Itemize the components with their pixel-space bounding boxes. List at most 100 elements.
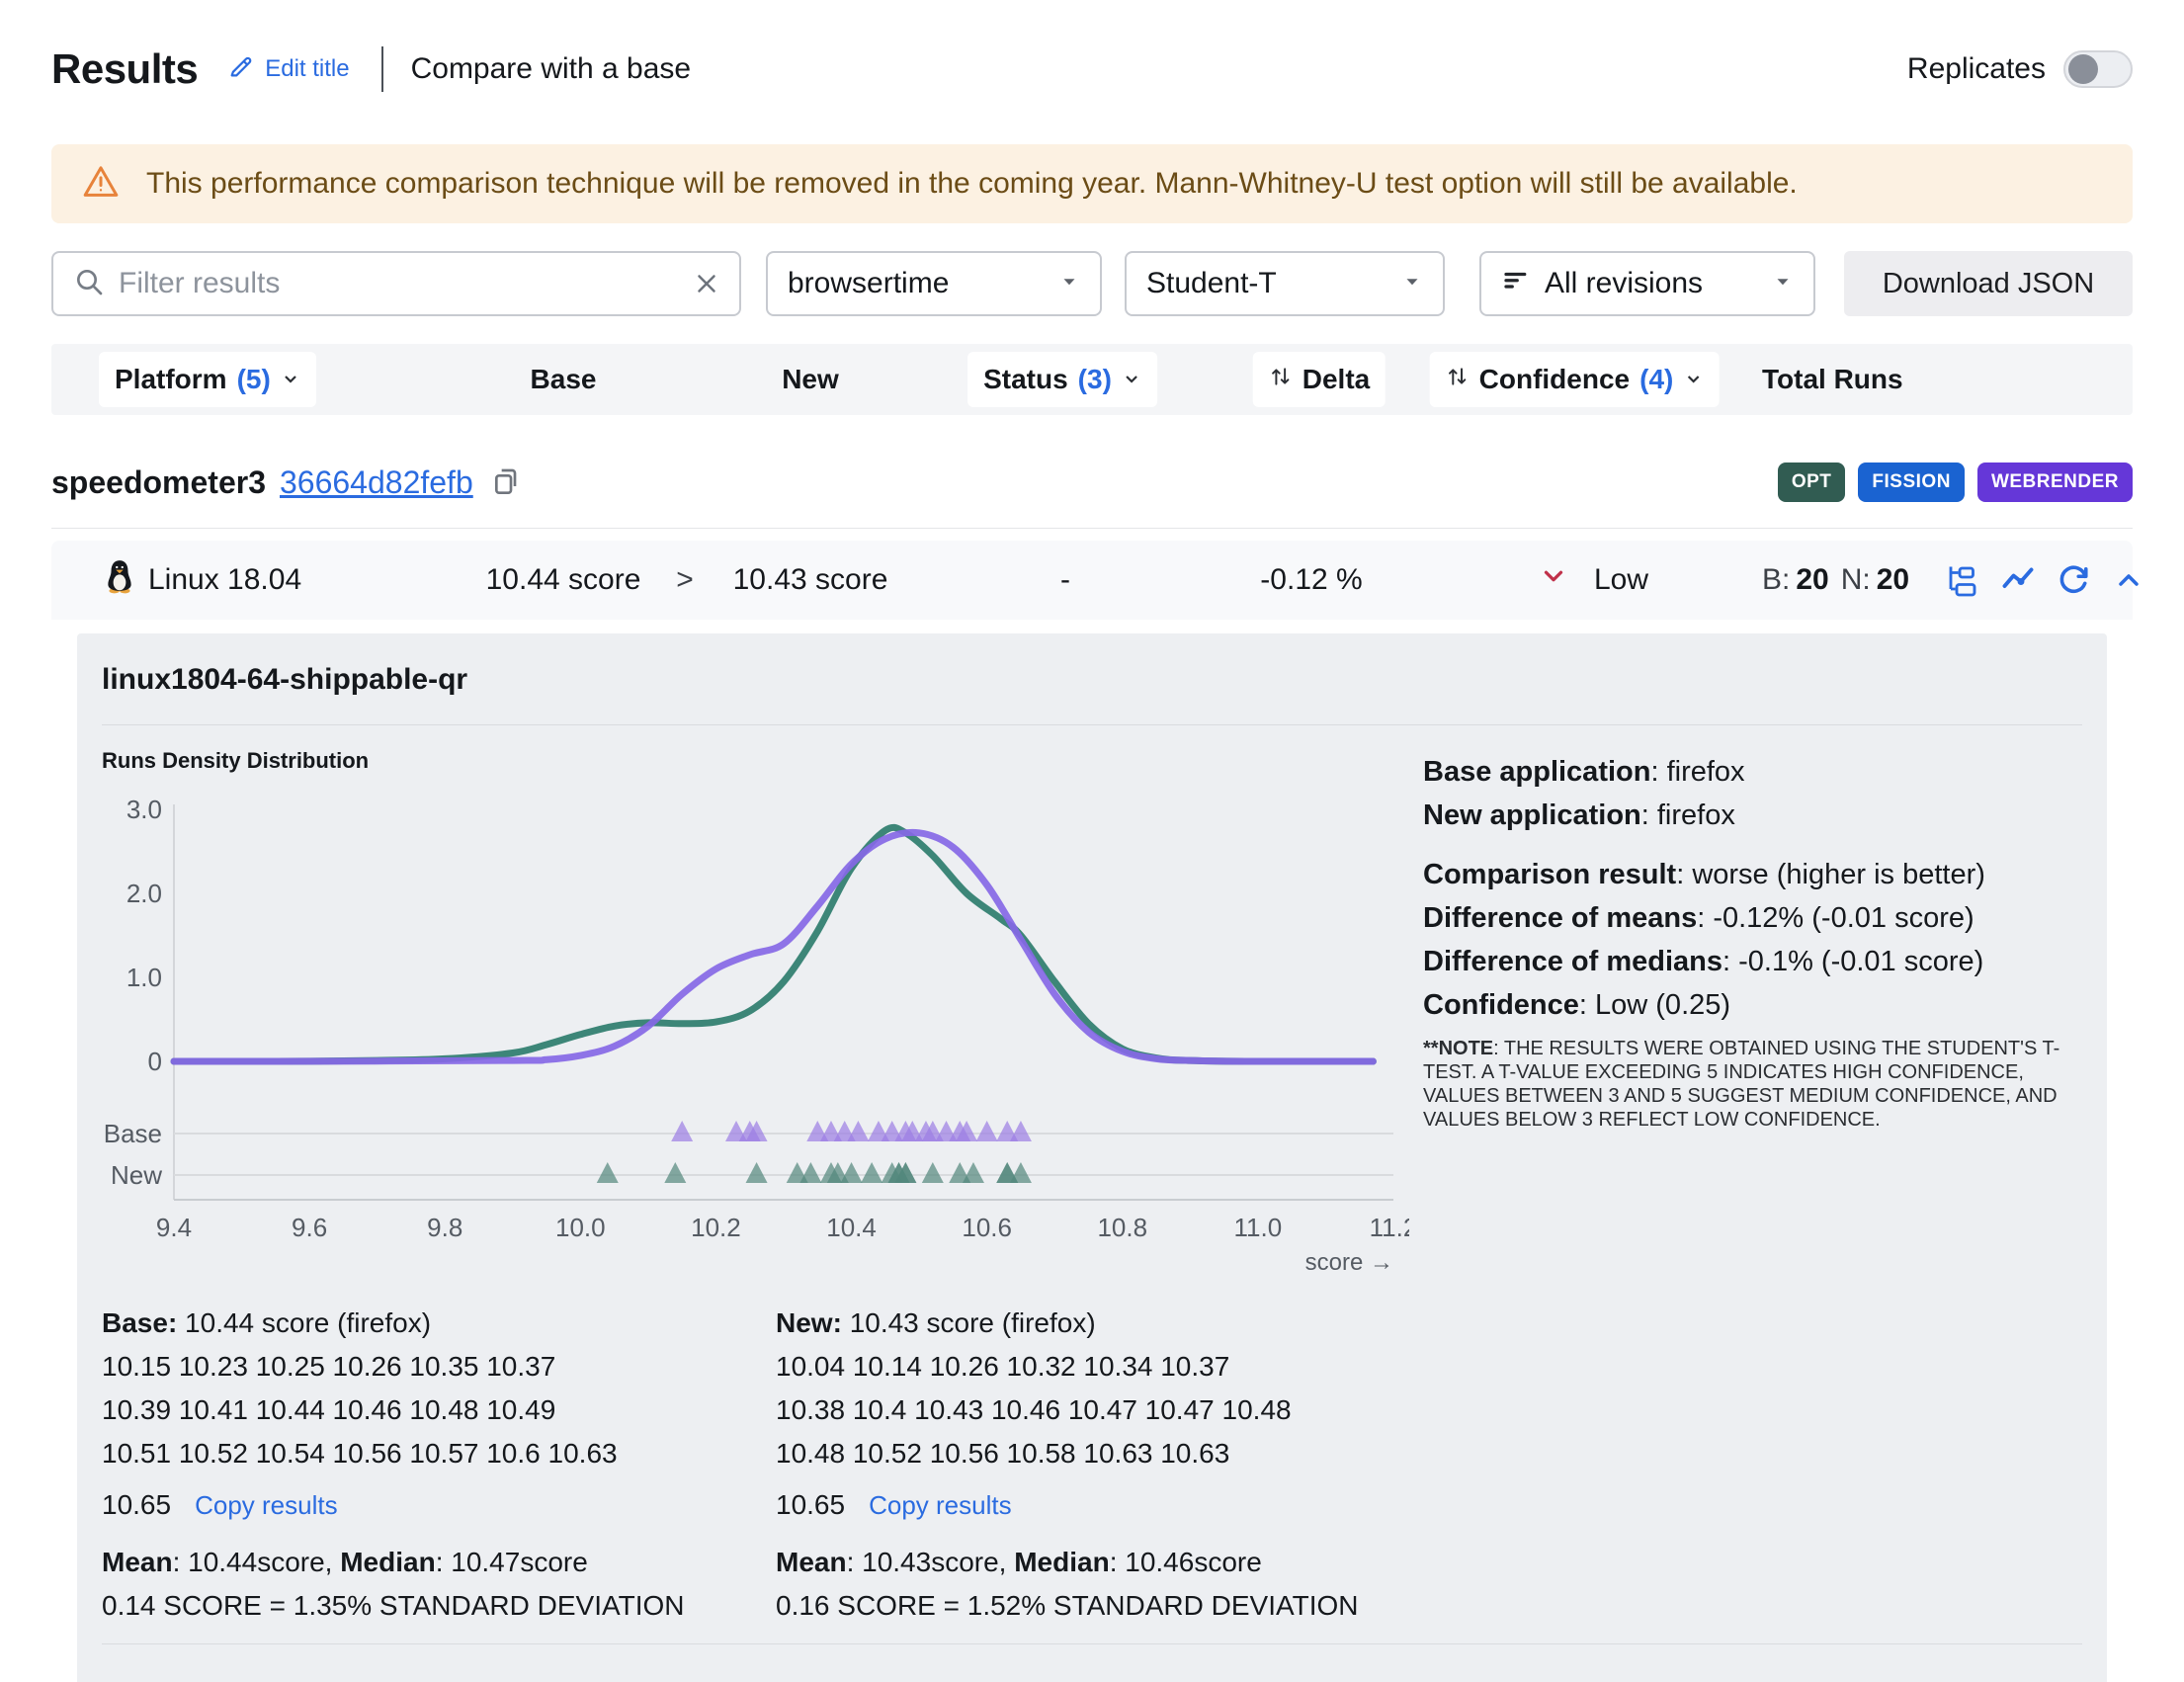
- svg-text:9.8: 9.8: [427, 1213, 462, 1242]
- graph-icon[interactable]: [2000, 562, 2036, 598]
- results-table-header: Platform (5) Base New Status (3) Delta C…: [51, 344, 2133, 415]
- header-divider: [381, 46, 383, 92]
- replicates-label: Replicates: [1907, 52, 2046, 86]
- new-runs-count: 20: [1877, 563, 1909, 597]
- framework-dropdown[interactable]: browsertime: [766, 251, 1102, 316]
- svg-text:10.2: 10.2: [691, 1213, 741, 1242]
- confidence-label: Confidence: [1479, 364, 1630, 395]
- webrender-badge: WEBRENDER: [1977, 463, 2133, 502]
- filter-lines-icon: [1501, 267, 1531, 301]
- svg-text:score →: score →: [1305, 1249, 1393, 1274]
- confidence-line: Confidence: Low (0.25): [1423, 983, 2070, 1027]
- test-group-row: speedometer3 36664d82fefb OPT FISSION WE…: [51, 455, 2133, 510]
- card-divider: [102, 724, 2082, 725]
- comparison-info-panel: Base application: firefox New applicatio…: [1423, 750, 2070, 1132]
- svg-text:10.4: 10.4: [826, 1213, 877, 1242]
- fission-badge: FISSION: [1858, 463, 1965, 502]
- revisions-value: All revisions: [1545, 267, 1758, 300]
- clear-search-icon[interactable]: [692, 269, 721, 298]
- new-stddev: 0.16 SCORE = 1.52% STANDARD DEVIATION: [776, 1584, 1408, 1628]
- chevron-down-icon: [1058, 271, 1080, 297]
- platform-count: (5): [237, 364, 271, 395]
- sort-arrows-icon: [1269, 364, 1293, 395]
- retrigger-icon[interactable]: [2056, 562, 2091, 598]
- test-type-value: Student-T: [1146, 267, 1387, 300]
- card-bottom-divider: [102, 1643, 2082, 1644]
- pencil-icon: [227, 52, 255, 87]
- comparison-sign: >: [676, 563, 694, 597]
- sort-arrows-icon: [1446, 364, 1470, 395]
- svg-text:0: 0: [148, 1047, 162, 1076]
- svg-text:11.0: 11.0: [1234, 1213, 1283, 1242]
- delta-label: Delta: [1302, 364, 1370, 395]
- base-last-value: 10.65: [102, 1489, 171, 1521]
- toggle-knob: [2068, 54, 2098, 84]
- new-mean-median: Mean: 10.43score, Median: 10.46score: [776, 1541, 1408, 1584]
- new-copy-results-link[interactable]: Copy results: [869, 1490, 1012, 1521]
- base-value: 10.44 score: [486, 563, 641, 597]
- new-application-line: New application: firefox: [1423, 794, 2070, 837]
- platform-cell: Linux 18.04: [103, 558, 301, 602]
- platform-filter[interactable]: Platform (5): [99, 352, 316, 407]
- confidence-cell: Low: [1539, 561, 1648, 599]
- base-copy-line: 10.65 Copy results: [102, 1489, 734, 1521]
- section-divider: [51, 528, 2133, 529]
- new-runs-label: N:: [1841, 563, 1871, 597]
- new-summary: New: 10.43 score (firefox): [776, 1302, 1408, 1345]
- confidence-value: Low: [1594, 563, 1648, 597]
- new-values-line: 10.38 10.4 10.43 10.46 10.47 10.47 10.48: [776, 1388, 1408, 1432]
- confidence-filter[interactable]: Confidence (4): [1430, 352, 1720, 407]
- new-last-value: 10.65: [776, 1489, 845, 1521]
- base-application-line: Base application: firefox: [1423, 750, 2070, 794]
- base-runs-label: B:: [1762, 563, 1790, 597]
- base-copy-results-link[interactable]: Copy results: [195, 1490, 338, 1521]
- linux-penguin-icon: [103, 558, 136, 602]
- status-label: Status: [983, 364, 1068, 395]
- page-title: Results: [51, 45, 198, 93]
- badge-list: OPT FISSION WEBRENDER: [1778, 463, 2133, 502]
- svg-text:New: New: [111, 1160, 162, 1190]
- new-values-line: 10.04 10.14 10.26 10.32 10.34 10.37: [776, 1345, 1408, 1388]
- results-page: Results Edit title Compare with a base R…: [0, 0, 2184, 1682]
- chart-title: Runs Density Distribution: [102, 748, 369, 774]
- collapse-chevron-icon[interactable]: [2113, 564, 2144, 596]
- svg-text:1.0: 1.0: [126, 963, 162, 992]
- new-value: 10.43 score: [733, 563, 888, 597]
- base-values-line: 10.51 10.52 10.54 10.56 10.57 10.6 10.63: [102, 1432, 734, 1475]
- difference-medians-line: Difference of medians: -0.1% (-0.01 scor…: [1423, 940, 2070, 983]
- replicates-toggle[interactable]: [2063, 50, 2133, 88]
- svg-text:Base: Base: [104, 1119, 162, 1148]
- svg-text:2.0: 2.0: [126, 879, 162, 908]
- chevron-down-icon: [1683, 364, 1703, 395]
- total-runs-header: Total Runs: [1762, 364, 1903, 395]
- platform-name: Linux 18.04: [148, 563, 301, 597]
- delta-sort[interactable]: Delta: [1253, 352, 1386, 407]
- search-input[interactable]: [119, 267, 678, 300]
- edit-title-label: Edit title: [265, 55, 349, 83]
- base-runs-count: 20: [1796, 563, 1828, 597]
- copy-revision-icon[interactable]: [487, 466, 519, 498]
- edit-title-button[interactable]: Edit title: [227, 52, 349, 87]
- svg-text:9.6: 9.6: [292, 1213, 327, 1242]
- replicates-control: Replicates: [1907, 50, 2133, 88]
- search-icon: [73, 266, 105, 302]
- comparison-result-line: Comparison result: worse (higher is bett…: [1423, 853, 2070, 896]
- filter-bar: browsertime Student-T All revisions Down…: [51, 251, 2133, 316]
- platform-result-row: Linux 18.04 10.44 score > 10.43 score - …: [51, 541, 2133, 620]
- deprecation-warning-banner: This performance comparison technique wi…: [51, 144, 2133, 223]
- status-filter[interactable]: Status (3): [967, 352, 1157, 407]
- new-copy-line: 10.65 Copy results: [776, 1489, 1408, 1521]
- view-subtests-icon[interactable]: [1945, 562, 1980, 598]
- revisions-dropdown[interactable]: All revisions: [1479, 251, 1815, 316]
- framework-value: browsertime: [788, 267, 1045, 300]
- base-values-line: 10.15 10.23 10.25 10.26 10.35 10.37: [102, 1345, 734, 1388]
- svg-text:10.8: 10.8: [1097, 1213, 1147, 1242]
- base-values-line: 10.39 10.41 10.44 10.46 10.48 10.49: [102, 1388, 734, 1432]
- expanded-details-card: linux1804-64-shippable-qr Runs Density D…: [77, 633, 2107, 1682]
- download-json-button[interactable]: Download JSON: [1844, 251, 2133, 316]
- revision-link[interactable]: 36664d82fefb: [280, 464, 473, 501]
- expand-chevron-red-icon[interactable]: [1539, 561, 1568, 599]
- base-stddev: 0.14 SCORE = 1.35% STANDARD DEVIATION: [102, 1584, 734, 1628]
- test-type-dropdown[interactable]: Student-T: [1125, 251, 1445, 316]
- ttest-note: **NOTE: THE RESULTS WERE OBTAINED USING …: [1423, 1037, 2070, 1132]
